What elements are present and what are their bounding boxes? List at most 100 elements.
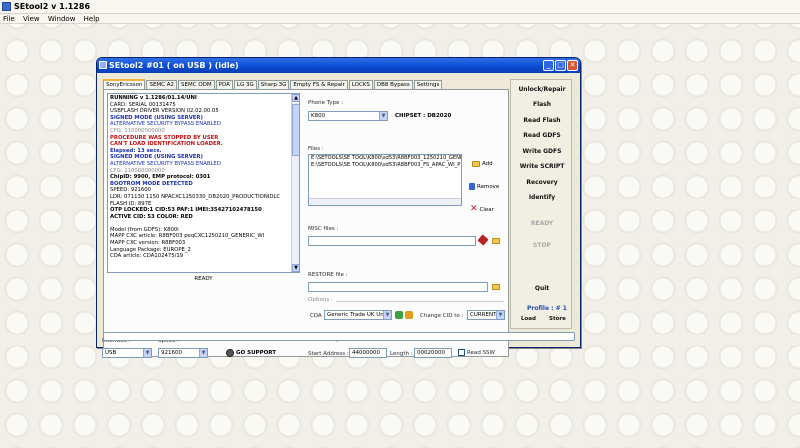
log-line: ALTERNATIVE SECURITY BYPASS ENABLED — [110, 160, 221, 167]
speed-select[interactable]: 921600 ▼ — [158, 348, 208, 358]
files-list[interactable]: E:\SETOOLS\SE TOOL\K800\sd53\R8BF003_125… — [308, 154, 462, 206]
log-line: BOOTROM MODE DETECTED — [110, 180, 193, 187]
read-ssw-label: Read SSW — [467, 350, 495, 356]
erase-icon[interactable] — [477, 234, 489, 246]
menu-window[interactable]: Window — [45, 14, 79, 24]
write-script-button[interactable]: Write SCRIPT — [511, 163, 573, 170]
setool-window: SEtool2 #01 ( on USB ) (idle) _ □ ✕ Sony… — [96, 57, 581, 358]
log-line: SIGNED MODE (USING SERVER) — [110, 114, 203, 121]
action-panel: Unlock/Repair Flash Read Flash Read GDFS Wri… — [510, 79, 572, 329]
recovery-button[interactable]: Recovery — [511, 179, 573, 186]
menu-view[interactable]: View — [20, 14, 43, 24]
restore-file-input[interactable] — [308, 282, 488, 292]
clear-label: Clear — [479, 206, 494, 213]
misc-files-label: MISC files : — [308, 226, 339, 232]
log-box[interactable]: RUNNING v 1.1286/01.14/UNI CARD: SERIAL 0… — [107, 93, 300, 273]
remove-label: Remove — [477, 183, 500, 190]
interface-select[interactable]: USB ▼ — [102, 348, 152, 358]
write-gdfs-button[interactable]: Write GDFS — [511, 148, 573, 155]
log-line: MAPP CXC version: R8BF003 — [110, 240, 186, 247]
load-button[interactable]: Load — [521, 316, 536, 322]
chipset-label: CHIPSET : DB2020 — [395, 113, 452, 119]
scroll-thumb[interactable] — [292, 104, 299, 156]
cda-select[interactable]: Generic Trade UK Un ▼ — [324, 310, 392, 320]
minimize-button[interactable]: _ — [543, 60, 554, 71]
app-title: SEtool2 v 1.1286 — [14, 2, 91, 11]
read-flash-button[interactable]: Read Flash — [511, 117, 573, 124]
log-scrollbar[interactable]: ▲ ▼ — [291, 94, 299, 272]
go-support-label: GO SUPPORT — [236, 350, 277, 356]
start-address-input[interactable]: 44000000 — [349, 348, 387, 358]
menu-file[interactable]: File — [0, 14, 18, 24]
files-hscrollbar[interactable] — [309, 198, 461, 205]
cda-value: Generic Trade UK Un — [327, 312, 384, 318]
log-line: FLASH ID: 897E — [110, 200, 152, 207]
change-cid-value: CURRENT — [470, 312, 497, 318]
remove-button[interactable]: Remove — [469, 183, 499, 190]
sonyericsson-panel: RUNNING v 1.1286/01.14/UNI CARD: SERIAL 0… — [102, 89, 509, 358]
options-label: Options : — [308, 297, 333, 303]
phone-type-value: K800 — [311, 113, 326, 119]
length-input[interactable]: 00020000 — [414, 348, 452, 358]
options-divider — [336, 301, 504, 302]
phone-type-label: Phone Type : — [308, 100, 344, 106]
log-line: Language Package: EUROPE_2 — [110, 246, 191, 253]
close-button[interactable]: ✕ — [567, 60, 578, 71]
chevron-down-icon: ▼ — [496, 311, 504, 319]
tab-strip: SonyEricsson SEMC A2 SEMC ODM PDA LG 3G Sharp… — [103, 79, 443, 90]
chevron-down-icon: ▼ — [383, 311, 391, 319]
flash-button[interactable]: Flash — [511, 101, 573, 108]
read-ssw-checkbox[interactable] — [458, 349, 465, 356]
log-line: CFG: 110000000000 — [110, 127, 165, 134]
interface-value: USB — [105, 350, 117, 356]
log-line: CFG: 110000000000 — [110, 167, 165, 174]
read-gdfs-button[interactable]: Read GDFS — [511, 132, 573, 139]
remove-icon — [469, 183, 475, 190]
clear-button[interactable]: ✕ Clear — [470, 204, 494, 214]
cda-edit-icon[interactable] — [405, 311, 413, 319]
store-button[interactable]: Store — [549, 316, 566, 322]
log-lines: RUNNING v 1.1286/01.14/UNI CARD: SERIAL 0… — [110, 95, 290, 260]
stop-button: STOP — [533, 242, 551, 249]
chevron-down-icon: ▼ — [199, 349, 207, 357]
profile-label: Profile : # 1 — [527, 305, 567, 312]
scroll-down-icon[interactable]: ▼ — [292, 264, 299, 272]
window-title: SEtool2 #01 ( on USB ) (idle) — [109, 61, 239, 70]
misc-folder-icon[interactable] — [492, 238, 500, 244]
speed-value: 921600 — [161, 350, 182, 356]
change-cid-label: Change CID to : — [420, 313, 464, 319]
maximize-button[interactable]: □ — [555, 60, 566, 71]
file-item[interactable]: E:\SETOOLS\SE TOOL\K800\sd53\R8BF003_FS_… — [309, 162, 461, 169]
quit-button[interactable]: Quit — [511, 285, 573, 292]
restore-folder-icon[interactable] — [492, 284, 500, 290]
start-address-label: Start Address : — [308, 351, 349, 357]
menu-help[interactable]: Help — [81, 14, 103, 24]
menu-bar: File View Window Help — [0, 14, 800, 24]
unlock-repair-button[interactable]: Unlock/Repair — [511, 86, 573, 93]
cda-add-icon[interactable] — [395, 311, 403, 319]
globe-icon — [226, 349, 234, 357]
identify-button[interactable]: Identify — [511, 194, 573, 201]
log-line: ALTERNATIVE SECURITY BYPASS ENABLED — [110, 121, 221, 128]
phone-type-select[interactable]: K800 ▼ — [308, 111, 388, 121]
clear-x-icon: ✕ — [470, 204, 478, 214]
log-status: READY — [194, 276, 213, 282]
folder-icon — [472, 161, 480, 167]
change-cid-select[interactable]: CURRENT ▼ — [467, 310, 505, 320]
add-label: Add — [482, 161, 493, 167]
go-support-button[interactable]: GO SUPPORT — [226, 349, 276, 357]
log-line: SIGNED MODE (USING SERVER) — [110, 154, 203, 161]
file-item[interactable]: E:\SETOOLS\SE TOOL\K800\sd53\R8BF003_125… — [309, 155, 461, 162]
log-line: LDR: 071130 1150 NPACXC1250330_DB2020_PR… — [110, 193, 281, 200]
progress-bar — [103, 332, 575, 341]
misc-files-input[interactable] — [308, 236, 476, 246]
app-icon — [2, 2, 11, 11]
ready-button: READY — [530, 220, 554, 227]
log-line: ChipID: 9900, EMP protocol: 0301 — [110, 174, 211, 181]
log-line: SPEED: 921600 — [110, 187, 152, 194]
scroll-up-icon[interactable]: ▲ — [292, 94, 299, 102]
app-titlebar: SEtool2 v 1.1286 — [0, 0, 800, 14]
add-button[interactable]: Add — [472, 161, 493, 167]
log-line: USBFLASH DRIVER VERSION 02.02.00.05 — [110, 108, 219, 115]
chevron-down-icon: ▼ — [143, 349, 151, 357]
